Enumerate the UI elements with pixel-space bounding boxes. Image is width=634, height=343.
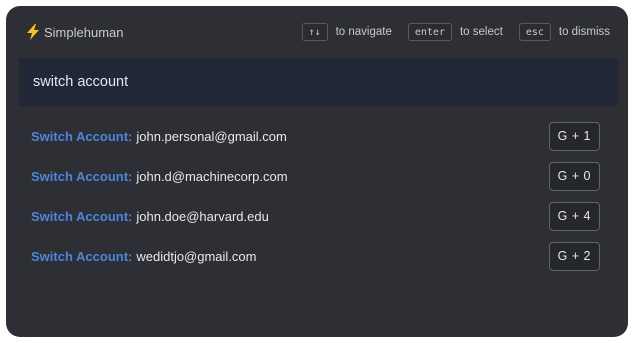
esc-kbd: esc bbox=[518, 23, 551, 41]
hint-navigate: ↑↓ to navigate bbox=[301, 23, 392, 41]
result-label: Switch Account: bbox=[31, 128, 133, 144]
result-email: john.personal@gmail.com bbox=[136, 128, 287, 144]
search-bar[interactable] bbox=[19, 58, 618, 106]
result-email: john.doe@harvard.edu bbox=[136, 208, 269, 224]
hint-navigate-text: to navigate bbox=[335, 26, 392, 38]
keyboard-hints: ↑↓ to navigate enter to select esc to di… bbox=[301, 23, 610, 41]
command-palette: Simplehuman ↑↓ to navigate enter to sele… bbox=[6, 6, 628, 337]
result-label: Switch Account: bbox=[31, 168, 133, 184]
result-label: Switch Account: bbox=[31, 248, 133, 264]
hint-select-text: to select bbox=[459, 26, 503, 38]
shortcut-badge: G + 4 bbox=[548, 201, 600, 231]
shortcut-badge: G + 2 bbox=[548, 241, 600, 271]
palette-header: Simplehuman ↑↓ to navigate enter to sele… bbox=[6, 6, 628, 58]
result-item[interactable]: Switch Account: john.personal@gmail.com … bbox=[6, 118, 628, 154]
hint-select: enter to select bbox=[407, 23, 503, 41]
result-item[interactable]: Switch Account: john.doe@harvard.edu G +… bbox=[6, 198, 628, 234]
lightning-bolt-icon bbox=[26, 24, 40, 40]
shortcut-badge: G + 0 bbox=[548, 161, 600, 191]
hint-dismiss-text: to dismiss bbox=[558, 26, 610, 38]
search-input[interactable] bbox=[33, 74, 604, 90]
result-email: john.d@machinecorp.com bbox=[136, 168, 288, 184]
app-name: Simplehuman bbox=[44, 24, 124, 40]
shortcut-badge: G + 1 bbox=[548, 121, 600, 151]
result-item[interactable]: Switch Account: john.d@machinecorp.com G… bbox=[6, 158, 628, 194]
result-item[interactable]: Switch Account: wedidtjo@gmail.com G + 2 bbox=[6, 238, 628, 274]
arrow-keys-kbd: ↑↓ bbox=[301, 23, 328, 41]
result-email: wedidtjo@gmail.com bbox=[136, 248, 257, 264]
enter-kbd: enter bbox=[407, 23, 452, 41]
hint-dismiss: esc to dismiss bbox=[518, 23, 610, 41]
result-label: Switch Account: bbox=[31, 208, 133, 224]
brand: Simplehuman bbox=[26, 24, 124, 40]
